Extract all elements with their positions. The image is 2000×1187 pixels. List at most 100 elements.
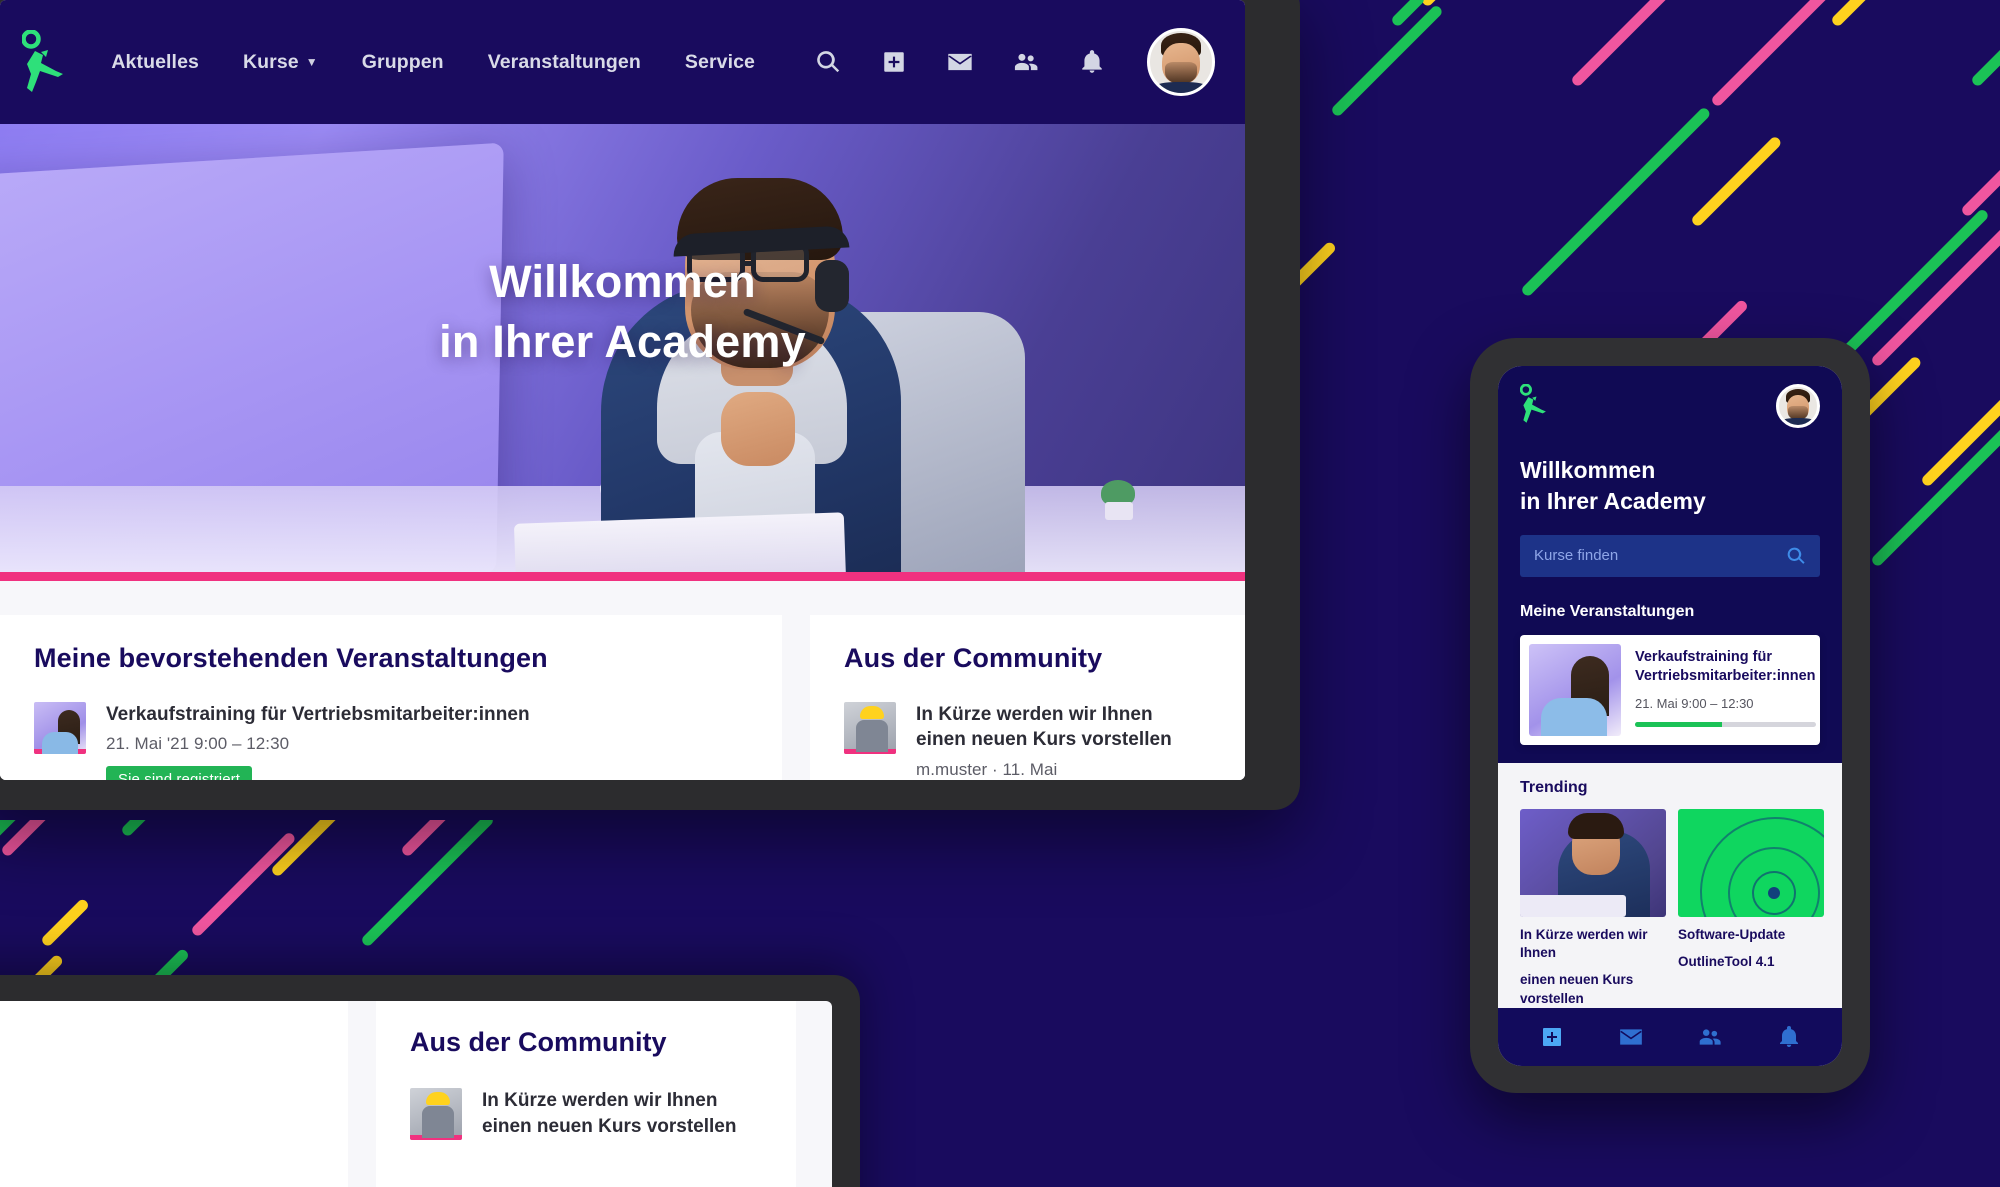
decorative-stripe [360, 820, 496, 948]
nav-link-kurse[interactable]: Kurse ▼ [243, 51, 318, 74]
nav-link-service[interactable]: Service [685, 51, 755, 74]
community-author-date: m.muster · 11. Mai [916, 759, 1058, 779]
nav-link-label: Service [684, 50, 755, 73]
decorative-stripe [190, 831, 297, 938]
decorative-stripe [1330, 3, 1444, 118]
envelope-mail-icon[interactable] [1618, 1024, 1644, 1050]
tablet-events-card: ltungen r:innen [0, 1001, 348, 1187]
people-group-icon[interactable] [1011, 47, 1041, 77]
nav-link-label: Gruppen [361, 50, 444, 73]
desktop-device-frame: Aktuelles Kurse ▼ Gruppen Veranstaltunge… [0, 0, 1300, 810]
desktop-screen: Aktuelles Kurse ▼ Gruppen Veranstaltunge… [0, 0, 1245, 780]
green-leaping-figure-logo-icon [1519, 383, 1546, 423]
upcoming-events-card: Meine bevorstehenden Veranstaltungen Ver… [0, 615, 782, 780]
event-thumbnail [34, 702, 86, 754]
tablet-screen: ltungen r:innen Aus der Community In Kür… [0, 1001, 832, 1187]
add-plus-square-icon[interactable] [1539, 1024, 1565, 1050]
brand-logo[interactable] [0, 30, 87, 94]
trending-card-title-line1: In Kürze werden wir Ihnen [1520, 926, 1648, 960]
tablet-community-card: Aus der Community In Kürze werden wir Ih… [376, 1001, 796, 1187]
trending-card[interactable]: Software-Update OutlineTool 4.1 [1678, 808, 1824, 1008]
card-title: Meine bevorstehenden Veranstaltungen [34, 643, 548, 673]
event-title: Verkaufstraining für Vertriebsmitarbeite… [106, 704, 530, 725]
community-thumbnail [844, 702, 896, 754]
card-title: Aus der Community [410, 1027, 667, 1057]
trending-card[interactable]: In Kürze werden wir Ihnen einen neuen Ku… [1520, 808, 1666, 1008]
decorative-stripe [40, 897, 91, 948]
trending-cards-row: In Kürze werden wir Ihnen einen neuen Ku… [1520, 808, 1824, 1008]
dashboard-cards-row: Meine bevorstehenden Veranstaltungen Ver… [0, 581, 1245, 780]
phone-hero-heading: Willkommen in Ihrer Academy [1520, 455, 1820, 517]
community-list-item[interactable]: In Kürze werden wir Ihnen einen neuen Ku… [410, 1088, 762, 1140]
trending-card-title-line1: Software-Update [1678, 926, 1786, 942]
community-list-item[interactable]: In Kürze werden wir Ihnen einen neuen Ku… [844, 702, 1211, 780]
hero-banner: Willkommen in Ihrer Academy [0, 124, 1245, 572]
decorative-stripe [120, 820, 291, 838]
phone-event-card[interactable]: Verkaufstraining für Vertriebsmitarbeite… [1520, 634, 1820, 745]
event-title-line1: Verkaufstraining für [1635, 648, 1772, 665]
community-title-line1: In Kürze werden wir Ihnen [482, 1090, 718, 1111]
search-icon [1787, 547, 1805, 564]
nav-link-label: Aktuelles [111, 50, 199, 73]
decorative-stripe [0, 820, 68, 888]
phone-trending-section-title: Trending [1520, 778, 1588, 796]
decorative-stripe [1970, 0, 2000, 88]
event-list-item[interactable]: Verkaufstraining für Vertriebsmitarbeite… [34, 702, 748, 780]
hero-heading-line2: in Ihrer Academy [439, 315, 806, 367]
bell-notification-icon[interactable] [1077, 47, 1107, 77]
user-avatar[interactable] [1776, 384, 1820, 428]
nav-link-gruppen[interactable]: Gruppen [362, 51, 444, 74]
decorative-stripe [1830, 0, 1944, 28]
decorative-stripe [1870, 162, 2000, 368]
status-badge: Sie sind registriert [106, 766, 253, 780]
phone-device-frame: Willkommen in Ihrer Academy Kurse finden… [1470, 338, 1870, 1093]
decorative-stripe [1710, 0, 1881, 108]
card-title: ltungen [0, 1027, 314, 1058]
community-thumbnail [410, 1088, 462, 1140]
decorative-stripe [1960, 40, 2000, 218]
community-title-line2: einen neuen Kurs vorstellen [482, 1115, 737, 1137]
decorative-stripe [1870, 376, 2000, 568]
search-icon[interactable] [813, 47, 843, 77]
phone-hero-line1: Willkommen [1520, 457, 1656, 483]
decorative-stripe [1570, 0, 1670, 88]
hero-heading: Willkommen in Ihrer Academy [0, 252, 1245, 372]
decorative-stripe [1920, 366, 2000, 488]
user-avatar[interactable] [1147, 28, 1215, 96]
search-placeholder: Kurse finden [1534, 547, 1619, 565]
phone-header: Willkommen in Ihrer Academy Kurse finden… [1498, 366, 1842, 763]
event-title-line2: Vertriebsmitarbeiter:innen [1635, 668, 1816, 685]
green-leaping-figure-logo-icon [21, 30, 63, 92]
event-datetime: 21. Mai '21 9:00 – 12:30 [106, 734, 290, 754]
avatar-face-image [1150, 31, 1212, 93]
people-group-icon[interactable] [1697, 1024, 1723, 1050]
top-navigation-bar: Aktuelles Kurse ▼ Gruppen Veranstaltunge… [0, 0, 1245, 124]
decorative-stripe [1390, 0, 1427, 28]
bell-notification-icon[interactable] [1776, 1024, 1802, 1050]
phone-content-area: Trending In Kürze werden wir Ihnen einen… [1498, 762, 1842, 1009]
trending-card-title-line2: OutlineTool 4.1 [1678, 953, 1775, 969]
event-thumbnail [1529, 643, 1621, 736]
tablet-device-frame: ltungen r:innen Aus der Community In Kür… [0, 975, 860, 1187]
nav-link-aktuelles[interactable]: Aktuelles [111, 51, 199, 74]
community-card: Aus der Community In Kürze werden wir Ih… [810, 615, 1245, 780]
search-input[interactable]: Kurse finden [1520, 534, 1820, 577]
add-plus-square-icon[interactable] [879, 47, 909, 77]
nav-link-label: Veranstaltungen [487, 50, 641, 73]
avatar-face-image [1779, 387, 1817, 425]
decorative-stripe [1690, 135, 1783, 228]
phone-brand-logo[interactable] [1519, 383, 1548, 429]
nav-link-veranstaltungen[interactable]: Veranstaltungen [488, 51, 641, 74]
trending-card-image [1520, 808, 1666, 917]
decorative-stripe [270, 820, 469, 878]
decorative-stripe [1420, 0, 1591, 8]
pink-accent-bar [0, 572, 1245, 581]
nav-links: Aktuelles Kurse ▼ Gruppen Veranstaltunge… [111, 51, 755, 74]
envelope-mail-icon[interactable] [945, 47, 975, 77]
chevron-down-icon: ▼ [305, 55, 318, 69]
event-title: r:innen [0, 1088, 314, 1114]
card-title: Aus der Community [844, 643, 1103, 673]
phone-events-section-title: Meine Veranstaltungen [1520, 602, 1695, 620]
event-datetime: 21. Mai 9:00 – 12:30 [1635, 695, 1754, 711]
progress-bar [1635, 721, 1816, 727]
